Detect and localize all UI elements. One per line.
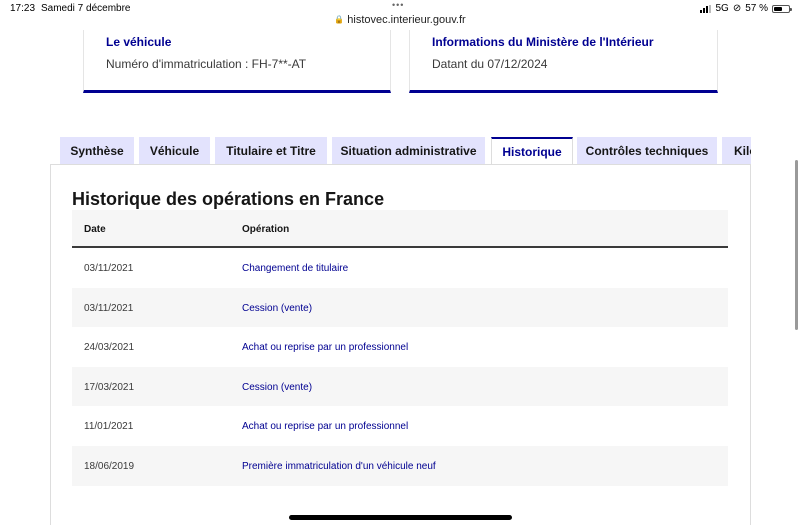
row-operation: Changement de titulaire	[242, 263, 349, 274]
row-operation: Achat ou reprise par un professionnel	[242, 342, 409, 354]
row-date: 17/03/2021	[84, 381, 135, 393]
signal-icon	[700, 4, 712, 13]
table-row: 17/03/2021 Cession (vente)	[72, 366, 728, 407]
network-label: 5G	[715, 3, 729, 14]
column-header-date: Date	[84, 224, 106, 235]
vehicle-card-title: Le véhicule	[106, 35, 172, 49]
row-date: 18/06/2019	[84, 460, 135, 472]
tab-situation-administrative[interactable]: Situation administrative	[332, 137, 485, 164]
table-row: 18/06/2019 Première immatriculation d'un…	[72, 445, 728, 486]
table-row: 03/11/2021 Changement de titulaire	[72, 248, 728, 288]
tab-vehicule[interactable]: Véhicule	[139, 137, 210, 164]
scrollbar[interactable]	[795, 160, 798, 330]
row-date: 11/01/2021	[84, 421, 134, 433]
tab-kilometrage[interactable]: Kilo	[722, 137, 751, 164]
url-bar[interactable]: 🔒 histovec.interieur.gouv.fr	[0, 14, 800, 26]
row-operation: Première immatriculation d'un véhicule n…	[242, 460, 436, 472]
lock-icon: 🔒	[334, 15, 345, 24]
battery-icon	[772, 4, 792, 13]
tab-historique[interactable]: Historique	[491, 137, 573, 164]
history-table: Date Opération 03/11/2021 Changement de …	[72, 210, 728, 486]
ministry-card: Informations du Ministère de l'Intérieur…	[409, 30, 718, 93]
status-indicators: 5G ⊘ 57 %	[700, 3, 792, 14]
url-text: histovec.interieur.gouv.fr	[347, 14, 466, 26]
row-date: 24/03/2021	[84, 342, 135, 354]
status-time: 17:23	[10, 3, 36, 14]
status-date: Samedi 7 décembre	[41, 3, 131, 14]
orientation-lock-icon: ⊘	[732, 3, 742, 14]
vehicle-card: Le véhicule Numéro d'immatriculation : F…	[83, 30, 391, 93]
tab-bar: Synthèse Véhicule Titulaire et Titre Sit…	[60, 137, 751, 164]
section-title: Historique des opérations en France	[72, 189, 385, 209]
row-operation: Cession (vente)	[242, 381, 313, 393]
home-indicator[interactable]	[289, 515, 512, 520]
row-operation: Achat ou reprise par un professionnel	[242, 421, 409, 433]
ministry-card-title: Informations du Ministère de l'Intérieur	[432, 35, 654, 49]
table-row: 11/01/2021 Achat ou reprise par un profe…	[72, 406, 728, 446]
battery-label: 57 %	[745, 3, 768, 14]
table-row: 03/11/2021 Cession (vente)	[72, 287, 728, 328]
tab-controles-techniques[interactable]: Contrôles techniques	[577, 137, 717, 164]
column-header-operation: Opération	[242, 224, 290, 235]
row-operation: Cession (vente)	[242, 302, 313, 314]
table-header: Date Opération	[72, 210, 728, 248]
tab-synthese[interactable]: Synthèse	[60, 137, 134, 164]
row-date: 03/11/2021	[84, 302, 134, 314]
table-row: 24/03/2021 Achat ou reprise par un profe…	[72, 327, 728, 367]
row-date: 03/11/2021	[84, 263, 134, 274]
multitasking-dots-icon[interactable]: •••	[392, 0, 404, 10]
tab-titulaire-titre[interactable]: Titulaire et Titre	[215, 137, 327, 164]
data-date: Datant du 07/12/2024	[432, 57, 548, 71]
registration-number: Numéro d'immatriculation : FH-7**-AT	[106, 57, 307, 71]
